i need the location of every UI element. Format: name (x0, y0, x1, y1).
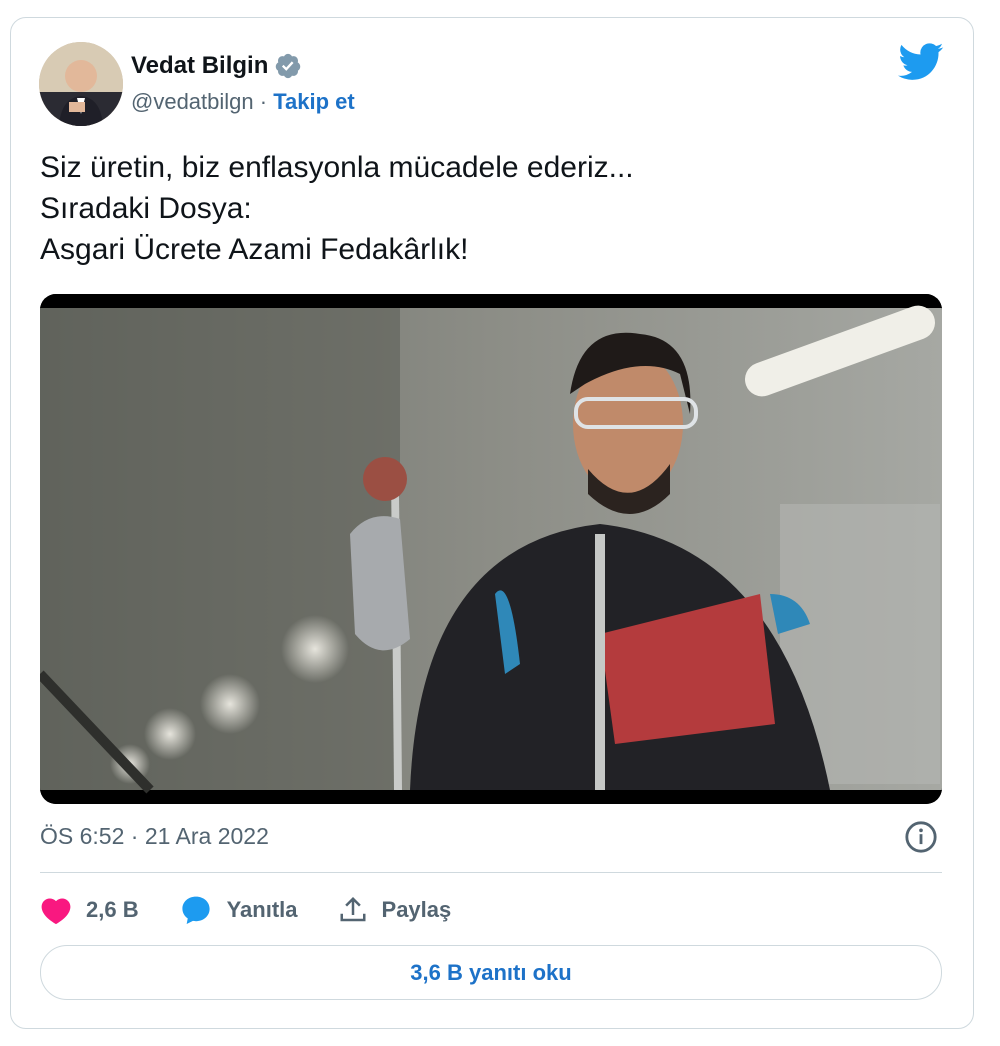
tweet-timestamp[interactable]: ÖS 6:52 · 21 Ara 2022 (40, 823, 269, 850)
divider (40, 872, 942, 873)
author-handle[interactable]: @vedatbilgn (131, 89, 254, 114)
author-name[interactable]: Vedat Bilgin (131, 52, 268, 80)
share-button[interactable]: Paylaş (338, 895, 452, 925)
reply-label: Yanıtla (226, 897, 298, 922)
follow-link[interactable]: Takip et (273, 89, 355, 114)
like-button[interactable]: 2,6 B (40, 895, 139, 925)
heart-icon (41, 898, 71, 925)
info-icon[interactable] (904, 820, 938, 854)
verified-badge-icon (276, 53, 301, 79)
tweet-line: Sıradaki Dosya: (40, 192, 252, 225)
like-count: 2,6 B (86, 897, 139, 922)
tweet-text: Siz üretin, biz enflasyonla mücadele ede… (40, 147, 634, 270)
tweet-video[interactable] (40, 294, 942, 804)
speech-bubble-icon (181, 896, 210, 924)
handle-separator: · (259, 89, 268, 114)
read-replies-button[interactable]: 3,6 B yanıtı oku (40, 945, 942, 1000)
twitter-bird-icon[interactable] (898, 42, 944, 82)
upload-icon (340, 896, 366, 922)
action-bar: 2,6 B Yanıtla Paylaş (40, 888, 491, 932)
share-label: Paylaş (381, 897, 452, 922)
author-avatar[interactable] (39, 42, 123, 126)
tweet-line: Siz üretin, biz enflasyonla mücadele ede… (40, 151, 634, 184)
reply-button[interactable]: Yanıtla (179, 894, 298, 926)
tweet-line: Asgari Ücrete Azami Fedakârlık! (40, 233, 469, 266)
